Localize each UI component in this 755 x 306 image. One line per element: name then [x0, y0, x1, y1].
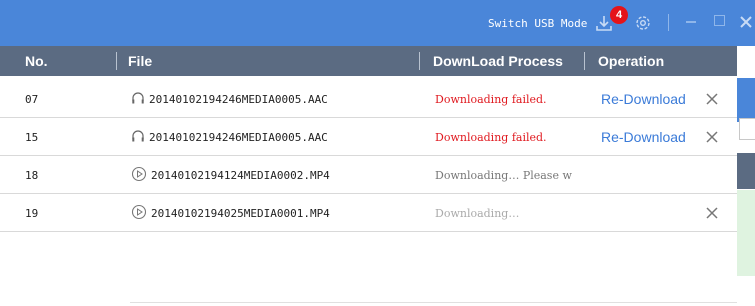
file-name: 20140102194246MEDIA0005.AAC [149, 130, 328, 144]
remove-icon[interactable] [705, 119, 721, 155]
row-number: 15 [25, 130, 39, 144]
close-icon[interactable] [739, 12, 753, 32]
remove-icon[interactable] [705, 81, 721, 117]
column-divider [584, 52, 585, 70]
file-cell: 20140102194246MEDIA0005.AAC [131, 81, 328, 117]
column-header-no: No. [25, 53, 48, 69]
titlebar-divider [668, 14, 669, 31]
table-row: 15 20140102194246MEDIA0005.AAC Downloading… [0, 119, 737, 156]
column-header-file: File [128, 53, 153, 69]
file-name: 20140102194025MEDIA0001.MP4 [151, 206, 330, 220]
table-row: 07 20140102194246MEDIA0005.AAC Downloading… [0, 81, 737, 118]
background-window-area [737, 190, 755, 276]
background-window-button [737, 153, 755, 189]
file-cell: 20140102194025MEDIA0001.MP4 [131, 195, 330, 231]
download-status: Downloading failed. [435, 92, 547, 106]
download-status: Downloading failed. [435, 130, 547, 144]
table-header: No. File DownLoad Process Operation [0, 46, 737, 76]
file-cell: 20140102194246MEDIA0005.AAC [131, 119, 328, 155]
download-status: Downloading… Please w [435, 168, 572, 182]
column-divider [116, 52, 117, 70]
headphones-icon [131, 129, 149, 146]
switch-usb-mode-button[interactable]: Switch USB Mode [488, 17, 587, 30]
minimize-icon[interactable] [686, 21, 696, 23]
row-number: 19 [25, 206, 39, 220]
file-cell: 20140102194124MEDIA0002.MP4 [131, 157, 330, 193]
table-row: 18 20140102194124MEDIA0002.MP4 Downloading… [0, 157, 737, 194]
re-download-button[interactable]: Re-Download [601, 81, 686, 117]
file-name: 20140102194124MEDIA0002.MP4 [151, 168, 330, 182]
title-bar: Switch USB Mode 4 [0, 0, 755, 46]
re-download-button[interactable]: Re-Download [601, 119, 686, 155]
file-name: 20140102194246MEDIA0005.AAC [149, 92, 328, 106]
download-status: Downloading… [435, 206, 520, 220]
table-row: 19 20140102194025MEDIA0001.MP4 Downloading… [0, 195, 737, 232]
download-count-badge: 4 [610, 6, 628, 24]
play-circle-icon [131, 204, 151, 223]
column-divider [419, 52, 420, 70]
headphones-icon [131, 91, 149, 108]
maximize-icon[interactable] [714, 15, 725, 26]
background-window-panel [737, 78, 755, 122]
row-number: 07 [25, 92, 39, 106]
column-header-process: DownLoad Process [433, 53, 563, 69]
gear-icon[interactable] [634, 14, 652, 32]
play-circle-icon [131, 166, 151, 185]
column-header-operation: Operation [598, 53, 665, 69]
remove-icon[interactable] [705, 195, 721, 231]
list-bottom-divider [130, 302, 737, 303]
row-number: 18 [25, 168, 39, 182]
background-window-input [739, 118, 755, 140]
